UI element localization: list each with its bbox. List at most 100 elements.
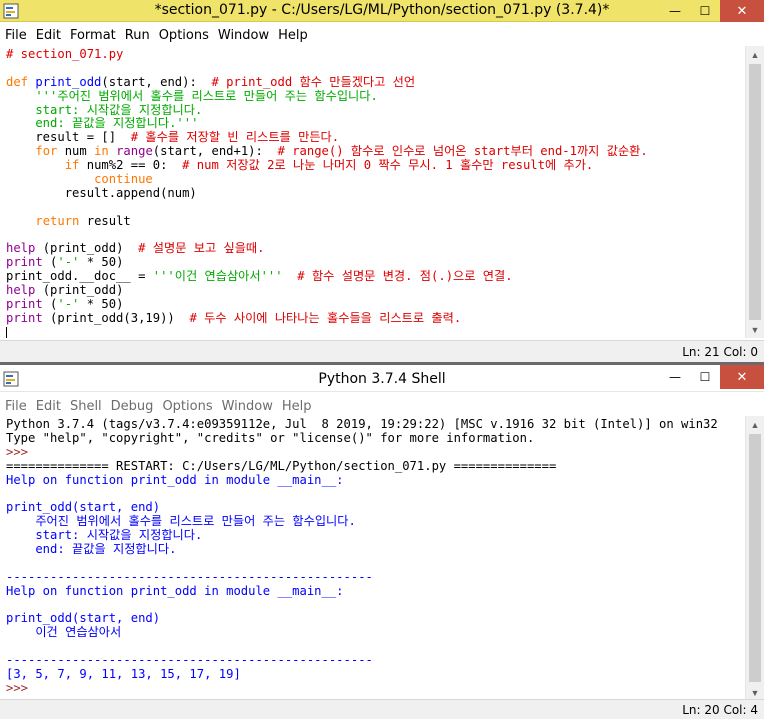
code-line: help (print_odd) <box>6 283 745 298</box>
menu-file[interactable]: File <box>5 399 27 414</box>
code-line: continue <box>6 172 745 187</box>
text-token: # section_071.py <box>6 48 124 61</box>
menu-window[interactable]: Window <box>222 399 273 414</box>
output-line: >>> <box>6 444 745 460</box>
text-token: >>> <box>6 680 36 695</box>
code-line: print (print_odd(3,19)) # 두수 사이에 나타나는 홀수… <box>6 311 745 326</box>
text-token: '-' <box>57 255 80 270</box>
text-token: start: 시작값을 지정합니다. <box>6 528 203 543</box>
code-line: end: 끝값을 지정합니다.''' <box>6 117 745 131</box>
text-token: def <box>6 74 29 89</box>
menu-help[interactable]: Help <box>282 399 312 414</box>
shell-vertical-scrollbar[interactable]: ▲ ▼ <box>745 416 764 701</box>
text-token: (start, end): <box>101 74 212 89</box>
text-token: (print_odd) <box>35 241 139 256</box>
text-token: # 함수 설명문 변경. 점(.)으로 연결. <box>297 269 513 284</box>
editor-title: *section_071.py - C:/Users/LG/ML/Python/… <box>154 2 610 18</box>
text-token: range <box>116 144 153 159</box>
text-token: 주어진 범위에서 홀수를 리스트로 만들어 주는 함수입니다. <box>6 514 356 529</box>
text-token: help <box>6 283 36 298</box>
maximize-button[interactable]: ☐ <box>690 0 720 22</box>
text-token: Python 3.7.4 (tags/v3.7.4:e09359112e, Ju… <box>6 418 718 431</box>
scroll-up-arrow-icon[interactable]: ▲ <box>746 416 764 433</box>
code-line: return result <box>6 214 745 229</box>
text-token: * 50) <box>79 297 124 312</box>
menu-edit[interactable]: Edit <box>36 28 61 43</box>
menu-debug[interactable]: Debug <box>111 399 154 414</box>
scroll-down-arrow-icon[interactable]: ▼ <box>746 321 764 338</box>
text-token: print_odd <box>35 74 102 89</box>
text-token: '''이건 연습삼아서''' <box>152 269 283 284</box>
menu-options[interactable]: Options <box>162 399 212 414</box>
menu-window[interactable]: Window <box>218 28 269 43</box>
code-line: help (print_odd) # 설명문 보고 싶을때. <box>6 242 745 256</box>
scroll-up-arrow-icon[interactable]: ▲ <box>746 46 764 63</box>
editor-code-area[interactable]: # section_071.py def print_odd(start, en… <box>0 48 745 338</box>
editor-titlebar[interactable]: *section_071.py - C:/Users/LG/ML/Python/… <box>0 0 764 22</box>
code-line: '''주어진 범위에서 홀수를 리스트로 만들어 주는 함수입니다. <box>6 89 745 104</box>
output-line: ============== RESTART: C:/Users/LG/ML/P… <box>6 458 745 474</box>
text-token: in <box>94 144 109 159</box>
output-line: Help on function print_odd in module __m… <box>6 583 745 599</box>
text-token: Help on function print_odd in module __m… <box>6 472 344 487</box>
text-token: result.append(num) <box>6 185 197 200</box>
code-line: print ('-' * 50) <box>6 297 745 312</box>
text-token: ( <box>42 255 58 270</box>
menu-run[interactable]: Run <box>125 28 150 43</box>
code-line: result = [] # 홀수를 저장할 빈 리스트를 만든다. <box>6 130 745 145</box>
shell-window: Python 3.7.4 Shell — ☐ ✕ File Edit Shell De… <box>0 365 764 719</box>
editor-menubar: File Edit Format Run Options Window Help <box>0 24 764 46</box>
output-line: 이건 연습삼아서 <box>6 625 745 640</box>
menu-options[interactable]: Options <box>159 28 209 43</box>
menu-edit[interactable]: Edit <box>36 399 61 414</box>
scrollbar-thumb[interactable] <box>749 434 761 682</box>
output-line: start: 시작값을 지정합니다. <box>6 528 745 543</box>
text-token: print <box>6 297 43 312</box>
menu-help[interactable]: Help <box>278 28 308 43</box>
code-line: # section_071.py <box>6 48 745 62</box>
output-line: >>> <box>6 680 745 696</box>
output-line: 주어진 범위에서 홀수를 리스트로 만들어 주는 함수입니다. <box>6 514 745 529</box>
text-token: Help on function print_odd in module __m… <box>6 583 344 598</box>
menu-format[interactable]: Format <box>70 28 116 43</box>
text-token: # num 저장값 2로 나눈 나머지 0 짝수 무시. 1 홀수만 resul… <box>182 158 594 173</box>
editor-statusbar: Ln: 21 Col: 0 <box>0 340 764 362</box>
shell-title: Python 3.7.4 Shell <box>318 371 446 387</box>
close-button[interactable]: ✕ <box>720 365 764 389</box>
shell-titlebar[interactable]: Python 3.7.4 Shell — ☐ ✕ <box>0 365 764 392</box>
shell-output-area[interactable]: Python 3.7.4 (tags/v3.7.4:e09359112e, Ju… <box>0 418 745 699</box>
text-token: num%2 == 0: <box>79 158 183 173</box>
menu-shell[interactable]: Shell <box>70 399 102 414</box>
text-token: >>> <box>6 444 36 459</box>
text-token: ============== RESTART: C:/Users/LG/ML/P… <box>6 458 557 473</box>
text-token: [3, 5, 7, 9, 11, 13, 15, 17, 19] <box>6 667 241 682</box>
text-cursor <box>6 327 7 338</box>
text-token: result = [] <box>6 130 131 145</box>
scrollbar-thumb[interactable] <box>749 64 761 320</box>
text-token: '-' <box>57 297 80 312</box>
code-line: print ('-' * 50) <box>6 255 745 270</box>
close-button[interactable]: ✕ <box>720 0 764 22</box>
minimize-button[interactable]: — <box>660 365 690 389</box>
maximize-button[interactable]: ☐ <box>690 365 720 389</box>
minimize-button[interactable]: — <box>660 0 690 22</box>
cursor-position: Ln: 21 Col: 0 <box>682 345 758 359</box>
text-token: * 50) <box>79 255 124 270</box>
text-token: print_odd(start, end) <box>6 611 161 626</box>
code-line: start: 시작값을 지정합니다. <box>6 103 745 118</box>
shell-window-controls: — ☐ ✕ <box>660 365 764 389</box>
text-token: ----------------------------------------… <box>6 569 373 584</box>
text-token: for <box>35 144 58 159</box>
text-token: (start, end+1): <box>152 144 278 159</box>
menu-file[interactable]: File <box>5 28 27 43</box>
editor-vertical-scrollbar[interactable]: ▲ ▼ <box>745 46 764 338</box>
